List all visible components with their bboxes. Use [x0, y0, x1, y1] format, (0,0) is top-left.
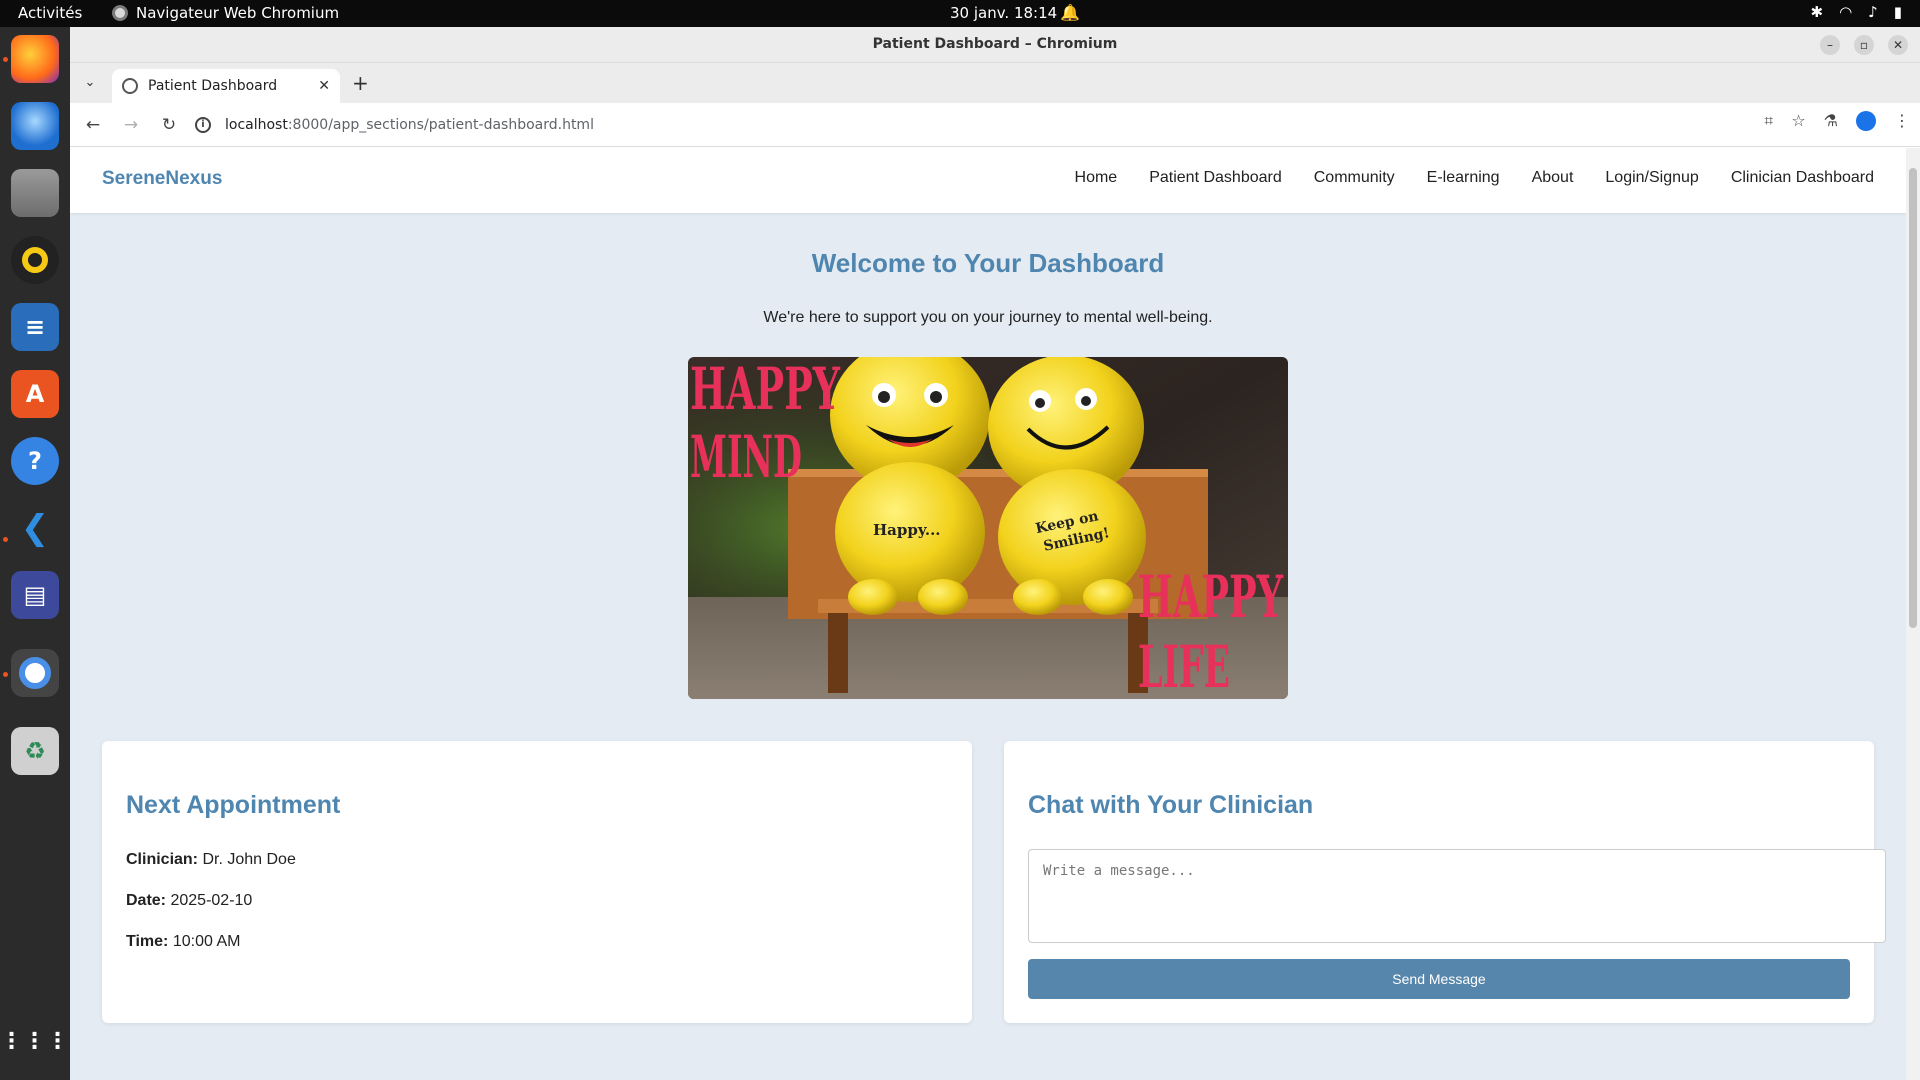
hero-image: Happy... Keep on Smiling! HAPPY MIND HAP… [688, 357, 1288, 699]
time-label: Time: [126, 933, 169, 950]
plush-left-text: Happy... [873, 521, 941, 539]
profile-avatar-icon[interactable] [1856, 111, 1876, 131]
scrollbar-thumb[interactable] [1909, 168, 1917, 628]
nav-e-learning[interactable]: E-learning [1427, 169, 1500, 187]
hero-text-mind: MIND [690, 423, 802, 491]
translate-icon[interactable]: ⌗ [1764, 111, 1773, 131]
site-brand[interactable]: SereneNexus [102, 168, 222, 190]
nav-community[interactable]: Community [1314, 169, 1395, 187]
chromium-small-icon [112, 5, 128, 21]
address-bar[interactable]: i localhost:8000/app_sections/patient-da… [195, 110, 1700, 140]
bookmark-star-icon[interactable]: ☆ [1791, 111, 1805, 131]
page-viewport: SereneNexus Home Patient Dashboard Commu… [70, 148, 1920, 1080]
running-indicator [3, 672, 8, 677]
running-indicator [3, 57, 8, 62]
thunderbird-icon[interactable] [11, 102, 59, 150]
chevron-down-icon[interactable]: ⌄ [80, 73, 100, 93]
bluetooth-icon: ✱ [1810, 3, 1824, 21]
app-center-icon[interactable]: A [11, 370, 59, 418]
chat-heading: Chat with Your Clinician [1028, 791, 1314, 819]
trash-icon[interactable]: ♻ [11, 727, 59, 775]
new-tab-icon[interactable]: + [352, 71, 369, 95]
tab-patient-dashboard[interactable]: Patient Dashboard ✕ [112, 69, 340, 103]
browser-window: Patient Dashboard – Chromium – ▫ ✕ ⌄ Pat… [70, 27, 1920, 1080]
hero-text-life: LIFE [1138, 633, 1230, 699]
firefox-icon[interactable] [11, 35, 59, 83]
window-titlebar[interactable]: Patient Dashboard – Chromium – ▫ ✕ [70, 27, 1920, 63]
site-navbar: SereneNexus Home Patient Dashboard Commu… [70, 148, 1906, 213]
page-tagline: We're here to support you on your journe… [763, 309, 1213, 326]
hero-text-happy-bottom: HAPPY [1138, 563, 1283, 631]
close-icon[interactable]: ✕ [1888, 35, 1908, 55]
clinician-label: Clinician: [126, 851, 199, 868]
notification-bell-icon: 🔔 [1060, 3, 1080, 22]
appointment-clinician: Clinician: Dr. John Doe [126, 851, 296, 869]
tab-close-icon[interactable]: ✕ [318, 78, 330, 94]
wifi-icon: ◠ [1839, 3, 1853, 21]
appointment-date: Date: 2025-02-10 [126, 892, 252, 910]
tab-title: Patient Dashboard [148, 78, 278, 94]
tab-strip: ⌄ Patient Dashboard ✕ + [70, 63, 1920, 103]
browser-toolbar: ← → ↻ i localhost:8000/app_sections/pati… [70, 103, 1920, 147]
chat-card: Chat with Your Clinician Send Message [1004, 741, 1886, 1023]
vscode-icon[interactable]: ❮ [11, 504, 59, 552]
appointment-heading: Next Appointment [126, 791, 341, 819]
globe-icon [122, 78, 138, 94]
screenshot-tool-icon[interactable]: ▤ [11, 571, 59, 619]
page-title: Welcome to Your Dashboard [811, 248, 1165, 278]
clock[interactable]: 30 janv. 18:14 [950, 4, 1057, 22]
nav-patient-dashboard[interactable]: Patient Dashboard [1149, 169, 1282, 187]
maximize-icon[interactable]: ▫ [1854, 35, 1874, 55]
app-menu[interactable]: Navigateur Web Chromium [112, 4, 339, 22]
show-apps-icon[interactable]: ⋮⋮⋮ [1, 1017, 69, 1065]
reload-icon[interactable]: ↻ [154, 110, 184, 140]
forward-icon[interactable]: → [116, 110, 146, 140]
writer-icon[interactable]: ≡ [11, 303, 59, 351]
window-title: Patient Dashboard – Chromium [872, 36, 1118, 52]
url-host: localhost [225, 117, 288, 133]
nav-home[interactable]: Home [1075, 169, 1118, 187]
system-top-bar: Activités Navigateur Web Chromium 30 jan… [0, 0, 1920, 27]
nav-clinician-dashboard[interactable]: Clinician Dashboard [1731, 169, 1874, 187]
date-label: Date: [126, 892, 167, 909]
activities-button[interactable]: Activités [18, 4, 82, 22]
url-path: :8000/app_sections/patient-dashboard.htm… [287, 117, 594, 133]
volume-icon: ♪ [1868, 3, 1878, 21]
battery-icon: ▮ [1893, 3, 1902, 21]
clinician-value: Dr. John Doe [202, 851, 296, 868]
message-input[interactable] [1028, 849, 1886, 943]
app-menu-label: Navigateur Web Chromium [136, 4, 340, 22]
time-value: 10:00 AM [172, 933, 241, 950]
files-icon[interactable] [11, 169, 59, 217]
appointment-time: Time: 10:00 AM [126, 933, 240, 951]
labs-flask-icon[interactable]: ⚗ [1824, 111, 1838, 131]
site-info-icon[interactable]: i [195, 117, 211, 133]
hero-text-happy-top: HAPPY [690, 357, 840, 423]
menu-kebab-icon[interactable]: ⋮ [1894, 111, 1910, 131]
back-icon[interactable]: ← [78, 110, 108, 140]
page-scrollbar[interactable] [1906, 148, 1920, 1080]
rhythmbox-icon[interactable] [11, 236, 59, 284]
running-indicator [3, 537, 8, 542]
minimize-icon[interactable]: – [1820, 35, 1840, 55]
nav-login-signup[interactable]: Login/Signup [1605, 169, 1698, 187]
system-tray[interactable]: ✱ ◠ ♪ ▮ [1810, 3, 1902, 21]
help-icon[interactable]: ? [11, 437, 59, 485]
send-message-button[interactable]: Send Message [1028, 959, 1850, 999]
dock: ≡ A ? ❮ ▤ ♻ ⋮⋮⋮ [0, 27, 70, 1080]
appointment-card: Next Appointment Clinician: Dr. John Doe… [102, 741, 972, 1023]
nav-about[interactable]: About [1532, 169, 1574, 187]
chromium-icon[interactable] [11, 649, 59, 697]
date-value: 2025-02-10 [170, 892, 253, 909]
